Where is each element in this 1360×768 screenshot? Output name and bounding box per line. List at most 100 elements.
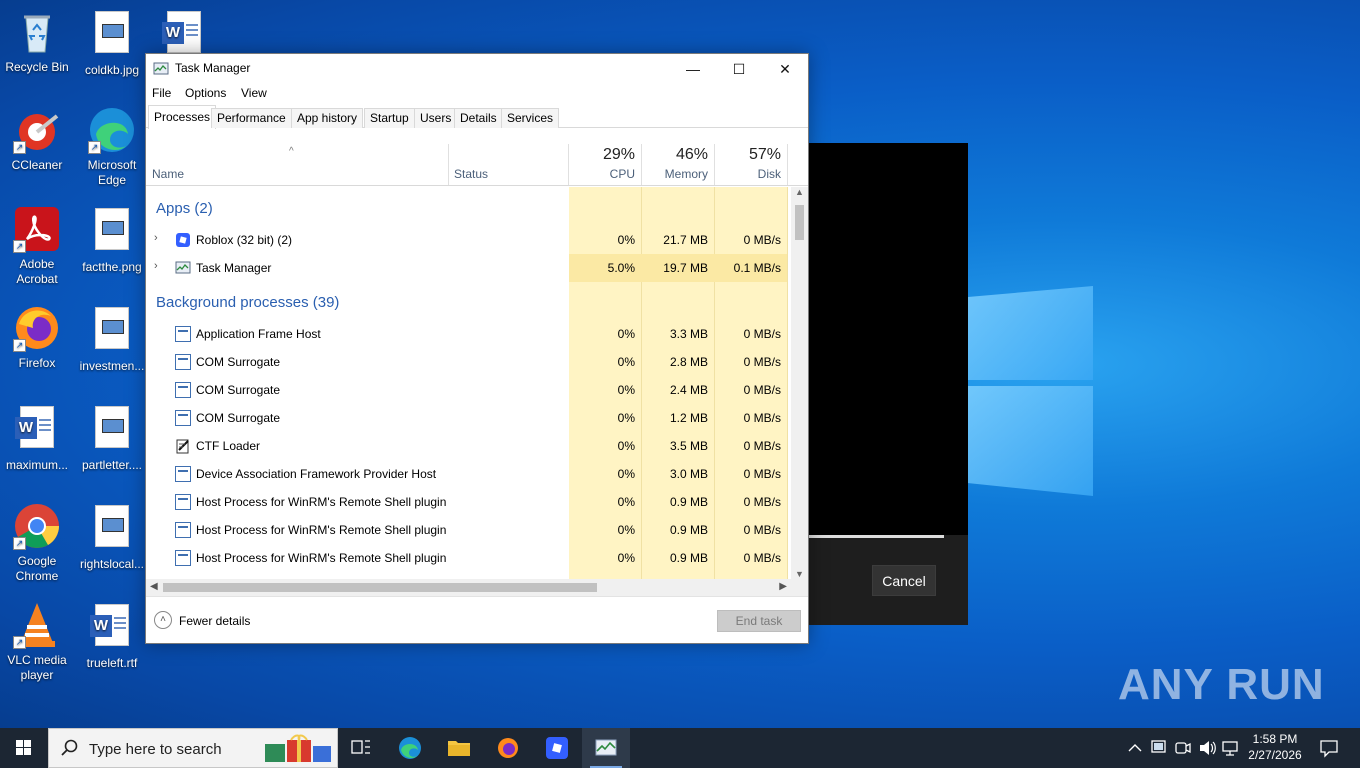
cpu-percent: 29%: [602, 146, 635, 163]
process-name: Roblox (32 bit) (2): [196, 233, 293, 247]
process-row[interactable]: Host Process for WinRM's Remote Shell pl…: [146, 516, 791, 544]
tab-details[interactable]: Details: [454, 108, 503, 128]
app-window-icon: [175, 494, 191, 510]
taskbar-search[interactable]: Type here to search: [48, 728, 338, 768]
ctf-loader-icon: [175, 438, 191, 454]
tray-overflow-icon[interactable]: [1125, 728, 1145, 768]
process-row[interactable]: Host Process for WinRM's Remote Shell pl…: [146, 544, 791, 572]
desktop-icon-investment[interactable]: investmen...: [76, 304, 148, 374]
menu-options[interactable]: Options: [185, 86, 226, 100]
menu-file[interactable]: File: [152, 86, 171, 100]
end-task-button[interactable]: End task: [717, 610, 801, 632]
desktop-icon-chrome[interactable]: ↗ Google Chrome: [1, 502, 73, 584]
search-placeholder: Type here to search: [89, 741, 222, 758]
process-list: Apps (2) › Roblox (32 bit) (2) 0% 21.7 M…: [146, 187, 791, 579]
tab-startup[interactable]: Startup: [364, 108, 415, 128]
column-cpu[interactable]: 29% CPU: [569, 144, 641, 185]
task-manager-taskbar-icon[interactable]: [582, 728, 630, 768]
process-cpu: 0%: [617, 327, 635, 341]
process-row[interactable]: › Roblox (32 bit) (2) 0% 21.7 MB 0 MB/s: [146, 226, 791, 254]
network-icon[interactable]: [1220, 728, 1242, 768]
chevron-up-icon[interactable]: ˄: [154, 611, 172, 629]
process-disk: 0 MB/s: [743, 439, 781, 453]
horizontal-scrollbar[interactable]: ◀ ▶: [146, 579, 791, 596]
expand-chevron-icon[interactable]: ›: [154, 260, 158, 272]
title-bar[interactable]: Task Manager — ☐ ✕: [146, 54, 808, 84]
tab-app-history[interactable]: App history: [291, 108, 364, 128]
process-cpu: 0%: [617, 233, 635, 247]
maximize-button[interactable]: ☐: [716, 54, 762, 84]
file-explorer-icon[interactable]: [435, 728, 483, 768]
menu-view[interactable]: View: [241, 86, 267, 100]
vertical-scroll-thumb[interactable]: [795, 205, 804, 240]
process-row[interactable]: Device Association Framework Provider Ho…: [146, 460, 791, 488]
notification-icon[interactable]: [1312, 728, 1346, 768]
window-title: Task Manager: [175, 61, 251, 75]
process-row[interactable]: COM Surrogate 0% 2.8 MB 0 MB/s: [146, 348, 791, 376]
app-window-icon: [175, 466, 191, 482]
process-row[interactable]: COM Surrogate 0% 1.2 MB 0 MB/s: [146, 404, 791, 432]
search-icon: [61, 739, 79, 757]
roblox-taskbar-icon[interactable]: [533, 728, 581, 768]
desktop-icon-label: partletter....: [81, 458, 143, 472]
desktop-icon-vlc[interactable]: ↗ VLC media player: [1, 601, 73, 683]
tab-processes[interactable]: Processes: [148, 105, 217, 129]
close-button[interactable]: ✕: [762, 54, 808, 84]
app-window-icon: [175, 410, 191, 426]
fewer-details-link[interactable]: Fewer details: [179, 614, 250, 628]
firefox-taskbar-icon[interactable]: [484, 728, 532, 768]
process-row[interactable]: CTF Loader 0% 3.5 MB 0 MB/s: [146, 432, 791, 460]
tab-services[interactable]: Services: [501, 108, 560, 128]
process-memory: 0.9 MB: [669, 523, 708, 537]
scroll-right-icon[interactable]: ▶: [779, 581, 787, 592]
scroll-left-icon[interactable]: ◀: [150, 581, 158, 592]
expand-chevron-icon[interactable]: ›: [154, 232, 158, 244]
process-disk: 0 MB/s: [743, 467, 781, 481]
desktop-icon-label: Adobe Acrobat: [16, 257, 58, 286]
column-header: ^ Name Status 29% CPU 46% Memory 57% Dis…: [146, 144, 808, 186]
desktop-icon-trueleft[interactable]: W trueleft.rtf: [76, 601, 148, 671]
desktop-icon-factthe[interactable]: factthe.png: [76, 205, 148, 275]
volume-icon[interactable]: [1196, 728, 1218, 768]
scroll-down-icon[interactable]: ▼: [791, 569, 808, 579]
process-row[interactable]: Host Process for WinRM's Remote Shell pl…: [146, 488, 791, 516]
app-window-icon: [175, 326, 191, 342]
tab-users[interactable]: Users: [414, 108, 458, 128]
desktop-icon-recycle-bin[interactable]: Recycle Bin: [1, 8, 73, 75]
taskbar-clock[interactable]: 1:58 PM 2/27/2026: [1240, 731, 1310, 763]
task-view-button[interactable]: [337, 728, 385, 768]
edge-taskbar-icon[interactable]: [386, 728, 434, 768]
process-row[interactable]: › Task Manager 5.0% 19.7 MB 0.1 MB/s: [146, 254, 791, 282]
process-memory: 1.2 MB: [669, 411, 708, 425]
process-name: Device Association Framework Provider Ho…: [196, 467, 437, 481]
tray-device-icon[interactable]: [1148, 728, 1170, 768]
tray-meet-icon[interactable]: [1172, 728, 1194, 768]
horizontal-scroll-thumb[interactable]: [163, 583, 597, 592]
desktop-icon-coldkb[interactable]: coldkb.jpg: [76, 8, 148, 78]
desktop-icon-partletter[interactable]: partletter....: [76, 403, 148, 473]
column-disk[interactable]: 57% Disk: [715, 144, 787, 185]
process-row[interactable]: COM Surrogate 0% 2.4 MB 0 MB/s: [146, 376, 791, 404]
process-row[interactable]: Application Frame Host 0% 3.3 MB 0 MB/s: [146, 320, 791, 348]
minimize-button[interactable]: —: [670, 54, 716, 84]
desktop-icon-edge[interactable]: ↗ Microsoft Edge: [76, 106, 148, 188]
desktop-icon-firefox[interactable]: ↗ Firefox: [1, 304, 73, 371]
vertical-scrollbar[interactable]: ▲ ▼: [791, 187, 808, 579]
scroll-up-icon[interactable]: ▲: [791, 187, 808, 197]
desktop-icon-acrobat[interactable]: ↗ Adobe Acrobat: [1, 205, 73, 287]
desktop-icon-rightslocal[interactable]: rightslocal...: [76, 502, 148, 572]
memory-percent: 46%: [675, 146, 708, 163]
tab-performance[interactable]: Performance: [211, 108, 292, 128]
desktop-icon-ccleaner[interactable]: ↗ CCleaner: [1, 106, 73, 173]
desktop-icon-label: factthe.png: [82, 260, 142, 274]
word-document-icon: W: [160, 11, 208, 59]
desktop-icon-maximum[interactable]: W maximum...: [1, 403, 73, 473]
process-name: COM Surrogate: [196, 383, 281, 397]
process-name: Host Process for WinRM's Remote Shell pl…: [196, 551, 447, 565]
cancel-button[interactable]: Cancel: [872, 565, 936, 596]
column-memory[interactable]: 46% Memory: [642, 144, 714, 185]
column-status[interactable]: Status: [449, 144, 568, 185]
start-button[interactable]: [0, 728, 48, 768]
process-memory: 21.7 MB: [663, 233, 708, 247]
column-name[interactable]: Name: [146, 144, 448, 185]
